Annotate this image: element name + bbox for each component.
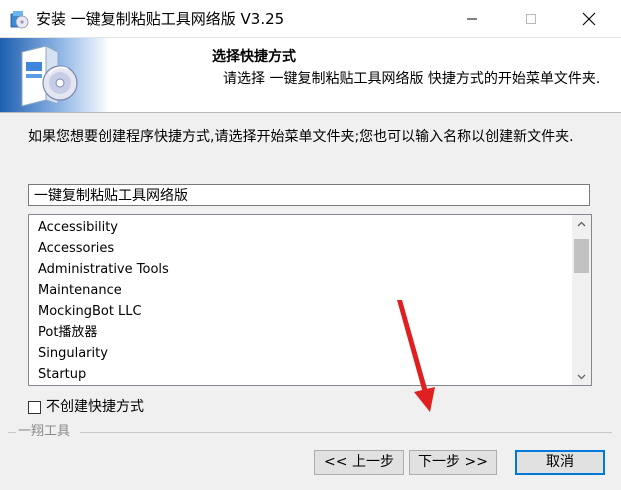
- maximize-button[interactable]: [508, 0, 554, 37]
- scroll-down-button[interactable]: [572, 368, 591, 385]
- close-icon: [582, 12, 596, 25]
- list-item[interactable]: Singularity: [38, 345, 108, 362]
- start-menu-folder-input[interactable]: [28, 184, 590, 206]
- scroll-thumb[interactable]: [574, 239, 589, 273]
- list-item[interactable]: MockingBot LLC: [38, 303, 142, 320]
- page-subtitle: 请选择 一键复制粘贴工具网络版 快捷方式的开始菜单文件夹.: [223, 71, 601, 87]
- list-item[interactable]: Pot播放器: [38, 324, 97, 341]
- brand-label: 一翔工具: [18, 424, 71, 439]
- installer-icon: [10, 11, 29, 29]
- list-item[interactable]: Accessibility: [38, 219, 118, 236]
- list-item[interactable]: Maintenance: [38, 282, 122, 299]
- start-menu-folder-list[interactable]: Accessibility Accessories Administrative…: [28, 214, 592, 386]
- list-item[interactable]: Administrative Tools: [38, 261, 169, 278]
- minimize-button[interactable]: [449, 0, 495, 37]
- no-shortcut-option[interactable]: 不创建快捷方式: [28, 397, 144, 417]
- window-title: 安装 一键复制粘贴工具网络版 V3.25: [36, 10, 285, 28]
- close-button[interactable]: [566, 0, 612, 37]
- page-title: 选择快捷方式: [212, 49, 296, 65]
- separator: [8, 432, 16, 433]
- list-scrollbar[interactable]: [572, 215, 591, 385]
- no-shortcut-checkbox[interactable]: [28, 400, 41, 414]
- chevron-down-icon: [577, 374, 586, 379]
- chevron-up-icon: [577, 221, 586, 226]
- list-item[interactable]: Accessories: [38, 240, 114, 257]
- maximize-icon: [526, 13, 536, 24]
- next-button[interactable]: 下一步 >>: [409, 450, 497, 475]
- title-bar: 安装 一键复制粘贴工具网络版 V3.25: [0, 0, 621, 38]
- list-item[interactable]: Startup: [38, 366, 86, 383]
- instruction-text: 如果您想要创建程序快捷方式,请选择开始菜单文件夹;您也可以输入名称以创建新文件夹…: [28, 129, 574, 145]
- page-header: 选择快捷方式 请选择 一键复制粘贴工具网络版 快捷方式的开始菜单文件夹.: [0, 38, 621, 113]
- separator: [80, 432, 612, 433]
- cancel-button[interactable]: 取消: [515, 450, 605, 475]
- back-button[interactable]: << 上一步: [314, 450, 404, 475]
- software-box-cd-icon: [0, 38, 110, 112]
- no-shortcut-label[interactable]: 不创建快捷方式: [46, 398, 144, 416]
- minimize-icon: [467, 18, 477, 19]
- scroll-up-button[interactable]: [572, 215, 591, 232]
